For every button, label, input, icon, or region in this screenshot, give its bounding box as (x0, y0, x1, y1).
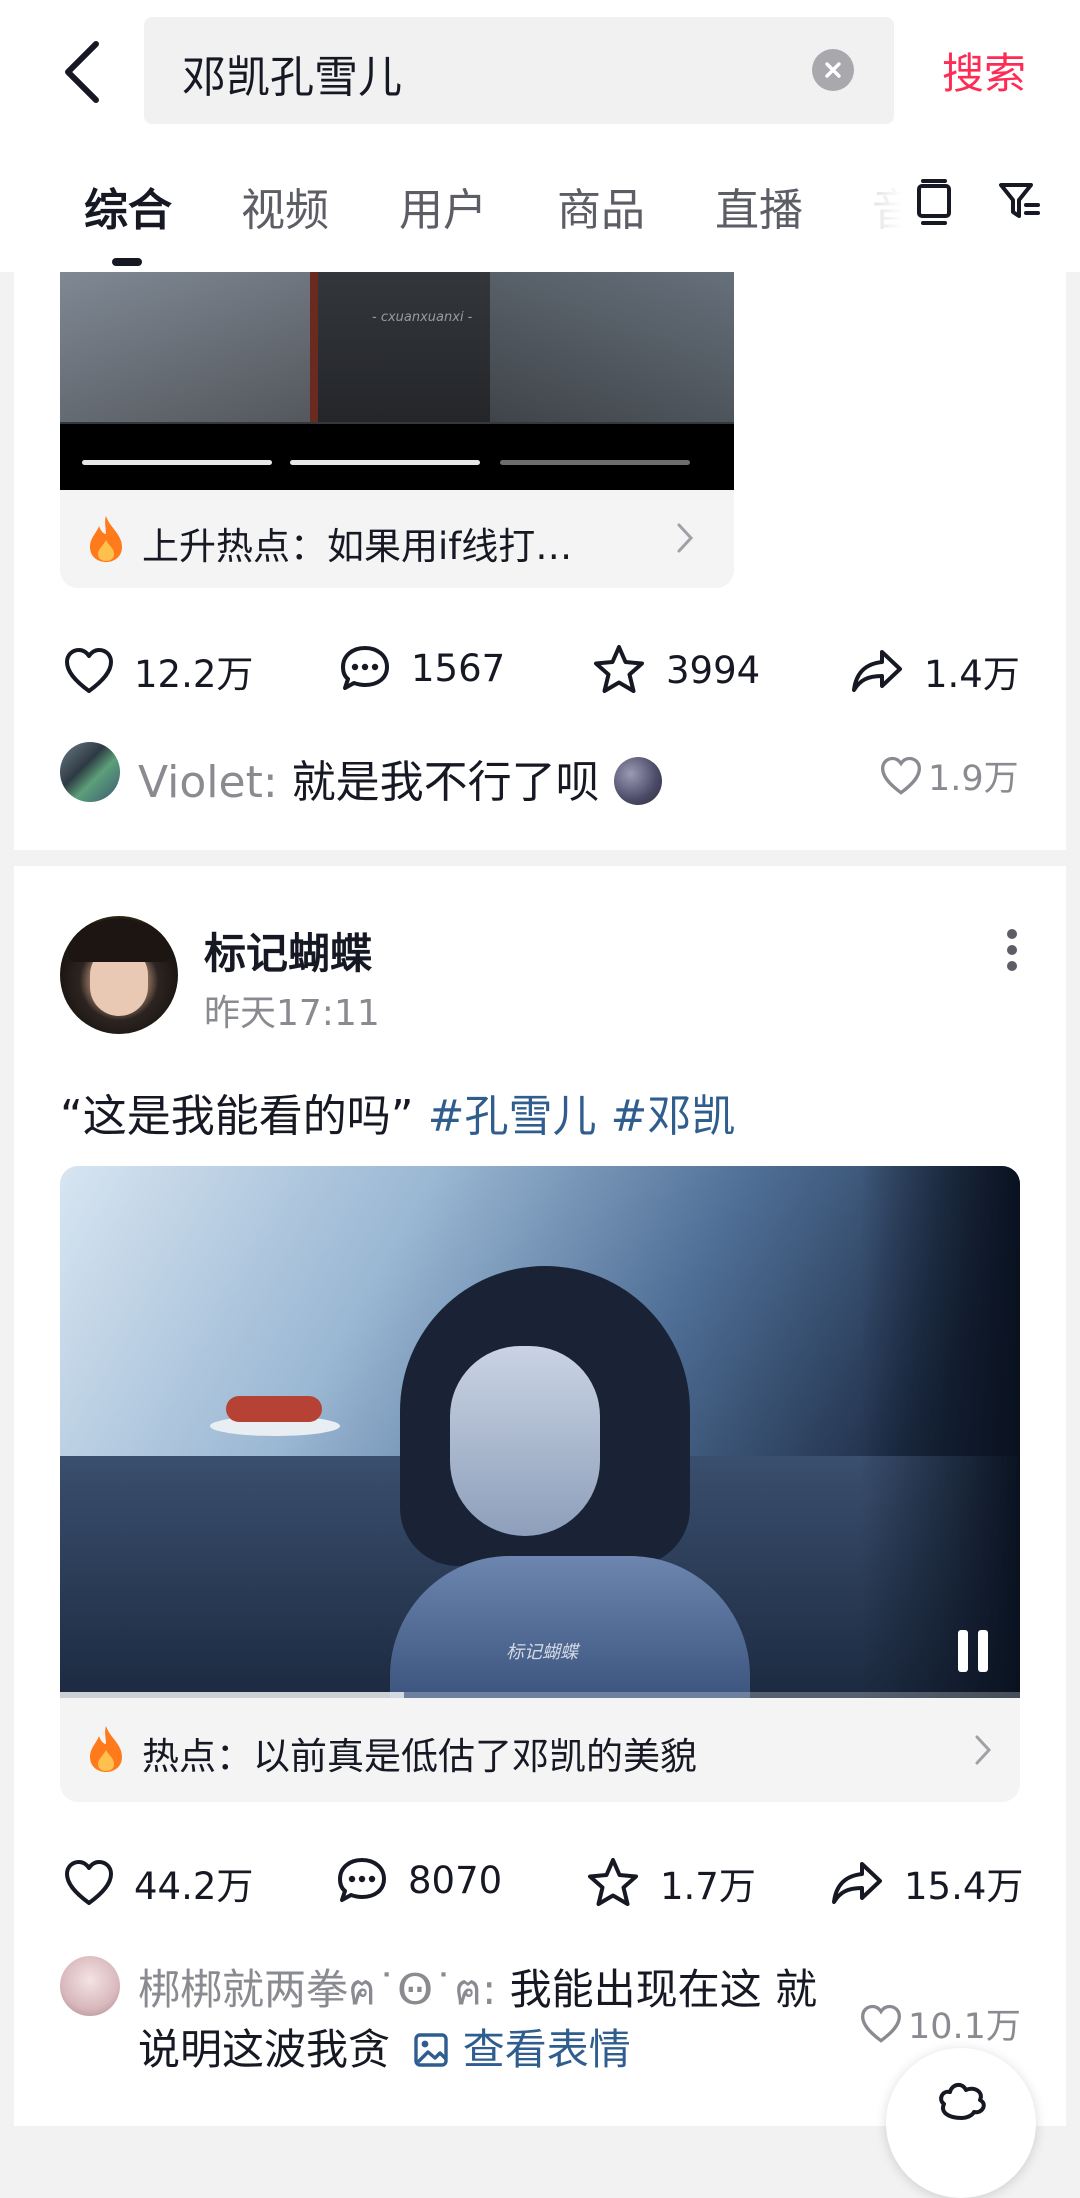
chevron-right-icon (974, 1734, 992, 1770)
avatar[interactable] (60, 1956, 120, 2016)
favorite-button[interactable]: 3994 (592, 644, 760, 696)
star-icon (594, 645, 644, 693)
video-frame (390, 1556, 750, 1698)
hot-topic-bar[interactable]: 上升热点：如果用if线打… (60, 490, 734, 588)
comment-username[interactable]: 梆梆就两拳ฅ˙Ꙫ˙ฅ: (138, 1965, 496, 2014)
tab-active-indicator (112, 258, 142, 266)
like-count: 44.2万 (134, 1865, 254, 1908)
pause-icon[interactable] (956, 1628, 990, 1678)
view-sticker-link[interactable]: 查看表情 (463, 2025, 631, 2074)
favorite-count: 3994 (666, 648, 761, 692)
star-icon (588, 1858, 638, 1906)
clover-icon (934, 2082, 990, 2126)
top-comment[interactable]: 梆梆就两拳ฅ˙Ꙫ˙ฅ: 我能出现在这 就 说明这波我贪 查看表情 (138, 1960, 858, 2084)
author-name[interactable]: 标记蝴蝶 (204, 920, 372, 981)
heart-icon (65, 1860, 113, 1905)
moon-emoji-icon (613, 757, 662, 805)
comment-button[interactable]: 1567 (339, 644, 505, 692)
video-frame (60, 272, 310, 422)
image-icon (413, 2024, 449, 2084)
hashtag-link[interactable]: #邓凯 (610, 1091, 735, 1142)
video-frame (310, 272, 490, 422)
video-bottom-bar (60, 424, 734, 490)
share-button[interactable]: 15.4万 (830, 1856, 1023, 1910)
comment-like-button[interactable]: 1.9万 (880, 750, 1019, 801)
video-player-2[interactable]: 标记蝴蝶 (60, 1166, 1020, 1698)
search-query-text: 邓凯孔雪儿 (182, 52, 402, 103)
video-watermark: 标记蝴蝶 (506, 1642, 578, 1663)
video-watermark: - cxuanxuanxi - (372, 310, 473, 325)
hashtag-link[interactable]: #孔雪儿 (428, 1091, 597, 1142)
tab-users[interactable]: 用户 (399, 174, 487, 238)
share-count: 1.4万 (924, 653, 1020, 696)
progress-segment (82, 460, 272, 465)
like-count: 12.2万 (134, 653, 254, 696)
search-button[interactable]: 搜索 (942, 40, 1026, 101)
back-arrow-icon[interactable] (52, 34, 112, 110)
flame-icon (86, 1724, 126, 1778)
top-bar: 邓凯孔雪儿 搜索 综合 视频 用户 商品 直播 音 (0, 0, 1080, 272)
post-time: 昨天17:11 (204, 993, 380, 1034)
heart-icon (880, 756, 922, 795)
tab-comprehensive[interactable]: 综合 (84, 174, 172, 238)
caption-text: “这是我能看的吗” (60, 1091, 414, 1142)
comment-icon (338, 1858, 386, 1902)
author-avatar[interactable] (60, 916, 178, 1034)
tab-products[interactable]: 商品 (557, 174, 645, 238)
hot-topic-bar[interactable]: 热点：以前真是低估了邓凯的美貌 (60, 1698, 1020, 1802)
progress-segment (500, 460, 690, 465)
tab-live[interactable]: 直播 (715, 174, 803, 238)
tab-video[interactable]: 视频 (241, 174, 329, 238)
favorite-button[interactable]: 1.7万 (586, 1856, 756, 1910)
post-caption: “这是我能看的吗” #孔雪儿 #邓凯 (60, 1080, 735, 1144)
post-card-1: - cxuanxuanxi - 上升热点：如果用if线打… 12.2万 1567… (14, 272, 1066, 850)
video-frame (450, 1346, 600, 1536)
comment-like-count: 1.9万 (928, 759, 1019, 799)
comment-like-count: 10.1万 (908, 2007, 1021, 2047)
share-count: 15.4万 (904, 1865, 1024, 1908)
top-comment[interactable]: Violet: 就是我不行了呗 (138, 746, 662, 810)
comment-text: 就是我不行了呗 (291, 757, 600, 808)
filter-icon[interactable] (998, 180, 1042, 228)
floating-action-button[interactable] (886, 2048, 1036, 2198)
video-frame (860, 1166, 1020, 1698)
comment-text: 我能出现在这 就 (509, 1965, 817, 2014)
video-frame (310, 272, 318, 422)
comment-username[interactable]: Violet: (138, 757, 278, 808)
comment-text: 说明这波我贪 (138, 2025, 391, 2074)
clear-search-icon[interactable] (812, 49, 854, 91)
progress-segment (290, 460, 480, 465)
comment-button[interactable]: 8070 (336, 1856, 502, 1904)
video-frame (226, 1396, 322, 1422)
post-card-2: 标记蝴蝶 昨天17:11 “这是我能看的吗” #孔雪儿 #邓凯 标记蝴蝶 热点：… (14, 866, 1066, 2198)
video-player-1[interactable]: - cxuanxuanxi - (60, 272, 734, 490)
layout-toggle-icon[interactable] (914, 178, 954, 230)
avatar-hair (68, 922, 170, 962)
comment-count: 1567 (411, 646, 506, 690)
video-frame (490, 272, 734, 422)
avatar[interactable] (60, 742, 120, 802)
heart-icon (65, 648, 113, 693)
like-button[interactable]: 44.2万 (64, 1856, 253, 1910)
comment-icon (341, 646, 389, 690)
hot-topic-label: 热点：以前真是低估了邓凯的美貌 (142, 1735, 697, 1778)
like-button[interactable]: 12.2万 (64, 644, 253, 698)
comment-like-button[interactable]: 10.1万 (860, 1998, 1021, 2049)
more-options-icon[interactable] (1006, 928, 1018, 976)
flame-icon (86, 514, 126, 568)
share-icon (852, 650, 902, 692)
comment-count: 8070 (408, 1858, 503, 1902)
chevron-right-icon (676, 522, 694, 558)
share-button[interactable]: 1.4万 (850, 644, 1020, 698)
favorite-count: 1.7万 (660, 1865, 756, 1908)
heart-icon (860, 2004, 902, 2043)
share-icon (832, 1862, 882, 1904)
search-input[interactable]: 邓凯孔雪儿 (144, 17, 894, 124)
hot-topic-label: 上升热点：如果用if线打… (142, 525, 573, 568)
